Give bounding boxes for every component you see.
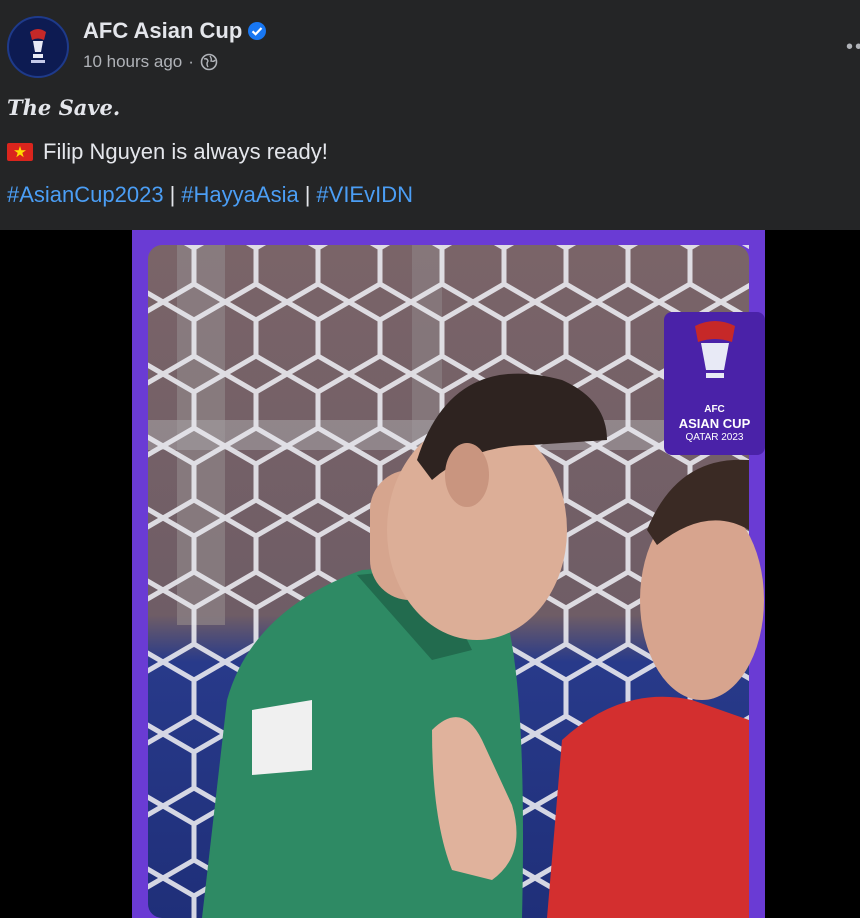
post-header: AFC Asian Cup 10 hours ago · •• The Save… <box>0 0 860 230</box>
badge-line-asian-cup: ASIAN CUP <box>678 416 751 431</box>
meta-dot: · <box>188 52 194 71</box>
avatar[interactable] <box>7 16 69 78</box>
more-options-icon[interactable]: •• <box>846 36 860 59</box>
badge-line-qatar: QATAR 2023 <box>685 432 744 443</box>
post-line-text: Filip Nguyen is always ready! <box>43 139 328 164</box>
post-title: The Save. <box>7 95 121 120</box>
separator: | <box>169 182 176 207</box>
separator: | <box>304 182 311 207</box>
hashtag-link[interactable]: #HayyaAsia <box>181 182 298 207</box>
afc-logo-icon <box>30 29 46 63</box>
hashtag-link[interactable]: #AsianCup2023 <box>7 182 164 207</box>
hashtag-link[interactable]: #VIEvIDN <box>316 182 413 207</box>
vietnam-flag-icon <box>7 143 33 161</box>
author-name[interactable]: AFC Asian Cup <box>83 18 242 44</box>
goalkeeper-photo <box>132 230 765 918</box>
badge-line-afc: AFC <box>704 404 725 415</box>
verified-badge-icon <box>248 22 266 40</box>
hashtag-row: #AsianCup2023 | #HayyaAsia | #VIEvIDN <box>7 182 413 208</box>
post-meta: 10 hours ago · <box>83 52 218 72</box>
post-text: Filip Nguyen is always ready! <box>7 139 328 165</box>
post-media[interactable]: AFC ASIAN CUP QATAR 2023 <box>132 230 765 918</box>
timestamp[interactable]: 10 hours ago <box>83 52 182 72</box>
globe-icon[interactable] <box>200 53 218 71</box>
